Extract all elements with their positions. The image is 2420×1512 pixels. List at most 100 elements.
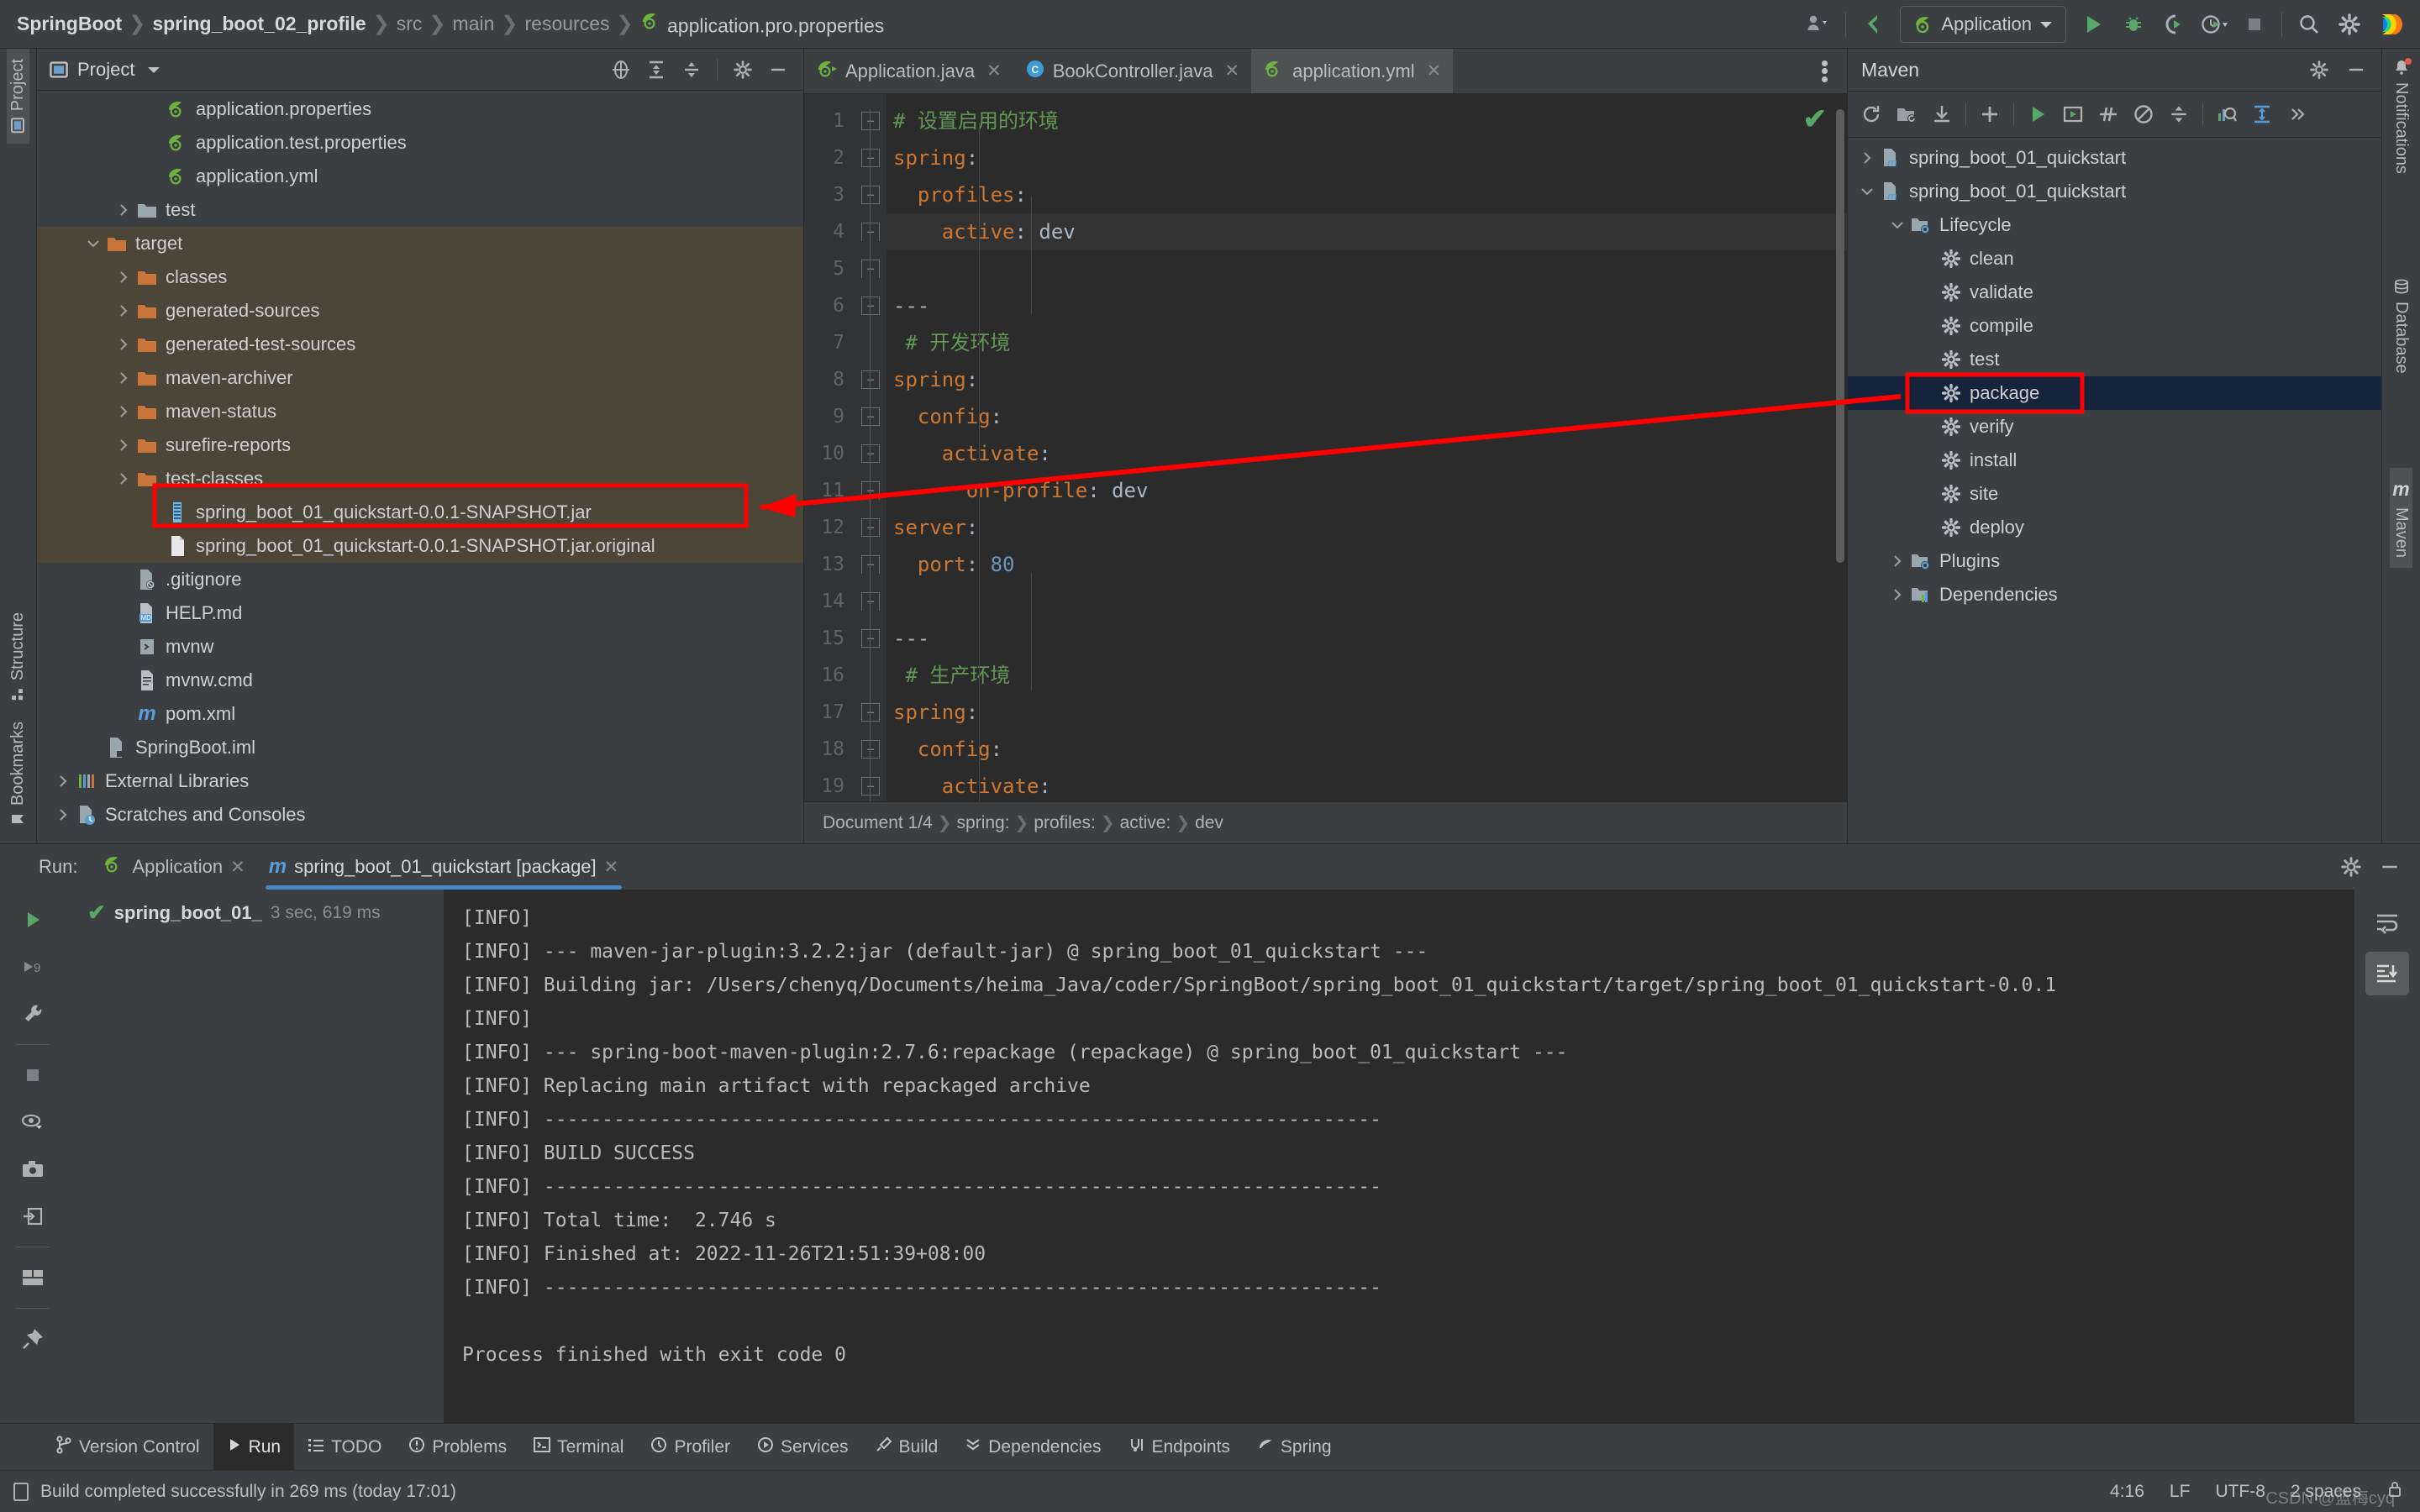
run-button[interactable] (2073, 4, 2113, 45)
code-line[interactable]: # 设置启用的环境 (886, 102, 1847, 139)
chevron-right-icon[interactable] (117, 472, 130, 486)
breadcrumb-item-2[interactable]: src (393, 13, 426, 35)
debug-button[interactable] (2113, 4, 2154, 45)
sidebar-tab-maven[interactable]: m Maven (2390, 467, 2412, 568)
chevron-down-icon[interactable] (1860, 185, 1874, 198)
sidebar-tab-structure[interactable]: Structure (7, 602, 29, 711)
fold-marker[interactable]: − (855, 509, 886, 546)
close-icon[interactable]: ✕ (986, 60, 1002, 81)
code-folding-gutter[interactable]: − − − − − − − − − − − − − − − − − (855, 94, 886, 801)
code-line[interactable]: # 开发环境 (886, 324, 1847, 361)
line-separator[interactable]: LF (2170, 1482, 2191, 1502)
run-hide-panel-icon[interactable] (2373, 850, 2407, 884)
project-tree-item[interactable]: test-classes (37, 462, 803, 496)
code-line[interactable]: config: (886, 398, 1847, 435)
code-line[interactable]: spring: (886, 694, 1847, 731)
chevron-down-icon[interactable] (146, 65, 161, 75)
maven-tree-item[interactable]: site (1848, 477, 2381, 511)
sidebar-tab-database[interactable]: Database (2390, 268, 2412, 384)
scroll-to-end-icon[interactable] (2365, 952, 2409, 995)
maven-tree-item[interactable]: test (1848, 343, 2381, 376)
chevron-right-icon[interactable] (56, 808, 70, 822)
code-editor[interactable]: 1 2 3 4 5 6 7 8 9 10 11 12 13 14 15 16 17 18 19 − − − − − − − − − −… (804, 94, 1847, 801)
stop-icon[interactable] (11, 1053, 55, 1097)
project-tree-item[interactable]: MD HELP.md (37, 596, 803, 630)
code-content[interactable]: # 设置启用的环境 spring: profiles: active: dev --… (886, 94, 1847, 801)
chevron-right-icon[interactable] (1891, 554, 1904, 568)
editor-vertical-scrollbar[interactable] (1836, 109, 1844, 563)
expand-icon[interactable] (2245, 97, 2279, 131)
chevron-right-icon[interactable] (117, 438, 130, 452)
select-opened-file-icon[interactable] (604, 53, 638, 87)
rerun-failed-icon[interactable]: 9 (11, 945, 55, 989)
fold-marker[interactable]: − (855, 546, 886, 583)
chevron-right-icon[interactable] (117, 405, 130, 418)
fold-marker[interactable]: − (855, 583, 886, 620)
tree-twisty[interactable] (1856, 151, 1878, 165)
fold-marker[interactable]: − (855, 213, 886, 250)
editor-breadcrumb[interactable]: Document 1/4 ❯ spring: ❯ profiles: ❯ active: ❯ d… (804, 801, 1847, 843)
project-tree-item[interactable]: SpringBoot.iml (37, 731, 803, 764)
maven-tree-item[interactable]: deploy (1848, 511, 2381, 544)
project-tree-item[interactable]: surefire-reports (37, 428, 803, 462)
user-dropdown-icon[interactable] (1798, 4, 1839, 45)
code-line[interactable]: config: (886, 731, 1847, 768)
close-icon[interactable]: ✕ (604, 857, 619, 878)
fold-marker[interactable] (855, 657, 886, 694)
export-camera-icon[interactable] (11, 1147, 55, 1191)
tree-twisty[interactable] (1886, 554, 1908, 568)
file-encoding[interactable]: UTF-8 (2215, 1482, 2265, 1502)
tree-twisty[interactable] (113, 338, 134, 351)
editor-breadcrumb-item[interactable]: dev (1190, 813, 1228, 833)
run-tab-application[interactable]: Application ✕ (91, 844, 256, 890)
maven-hide-panel-icon[interactable] (2339, 53, 2373, 87)
stop-button[interactable] (2234, 4, 2275, 45)
maven-tree-item[interactable]: Lifecycle (1848, 208, 2381, 242)
close-icon[interactable]: ✕ (1427, 60, 1442, 81)
chevron-right-icon[interactable] (1891, 588, 1904, 601)
search-everywhere-icon[interactable] (2289, 4, 2329, 45)
toolwindow-button-build[interactable]: Build (862, 1424, 952, 1470)
project-tree-item[interactable]: application.test.properties (37, 126, 803, 160)
editor-breadcrumb-item[interactable]: Document 1/4 (818, 813, 938, 833)
run-goal-icon[interactable] (2021, 97, 2054, 131)
maven-settings-gear-icon[interactable] (2302, 53, 2336, 87)
chevron-right-icon[interactable] (1860, 151, 1874, 165)
maven-tree-item[interactable]: Dependencies (1848, 578, 2381, 612)
fold-marker[interactable] (855, 324, 886, 361)
toolwindow-button-spring[interactable]: Spring (1244, 1424, 1345, 1470)
maven-tree-item[interactable]: m spring_boot_01_quickstart (1848, 175, 2381, 208)
code-line[interactable]: server: (886, 509, 1847, 546)
project-tree-item[interactable]: maven-archiver (37, 361, 803, 395)
reload-icon[interactable] (1854, 97, 1888, 131)
project-tree-item[interactable]: mvnw.cmd (37, 664, 803, 697)
fold-marker[interactable]: − (855, 731, 886, 768)
console-output[interactable]: [INFO] [INFO] --- maven-jar-plugin:3.2.2:… (444, 890, 2354, 1423)
code-line[interactable]: on-profile: dev (886, 472, 1847, 509)
tree-twisty[interactable] (1886, 218, 1908, 232)
toolwindow-button-endpoints[interactable]: Endpoints (1115, 1424, 1244, 1470)
fold-marker[interactable]: − (855, 287, 886, 324)
sidebar-tab-project[interactable]: Project (7, 49, 29, 144)
project-tree-item[interactable]: target (37, 227, 803, 260)
run-configuration-selector[interactable]: Application (1900, 5, 2066, 43)
toggle-skip-tests-icon[interactable] (2091, 97, 2125, 131)
hide-panel-icon[interactable] (761, 53, 795, 87)
sidebar-tab-notifications[interactable]: Notifications (2390, 49, 2412, 184)
fold-marker[interactable]: − (855, 435, 886, 472)
toggle-offline-icon[interactable] (2127, 97, 2160, 131)
code-line[interactable]: spring: (886, 361, 1847, 398)
tree-twisty[interactable] (52, 774, 74, 788)
chevron-right-icon[interactable] (117, 270, 130, 284)
add-icon[interactable] (1973, 97, 2007, 131)
maven-tree-item[interactable]: compile (1848, 309, 2381, 343)
editor-tab-application-yml[interactable]: application.yml ✕ (1251, 49, 1454, 93)
fold-marker[interactable]: − (855, 398, 886, 435)
maven-tree-item[interactable]: m spring_boot_01_quickstart (1848, 141, 2381, 175)
project-tree-item[interactable]: maven-status (37, 395, 803, 428)
run-settings-gear-icon[interactable] (2334, 850, 2368, 884)
sidebar-tab-bookmarks[interactable]: Bookmarks (7, 711, 29, 837)
filter-eye-icon[interactable] (11, 1100, 55, 1144)
tree-twisty[interactable] (113, 203, 134, 217)
tree-twisty[interactable] (113, 472, 134, 486)
